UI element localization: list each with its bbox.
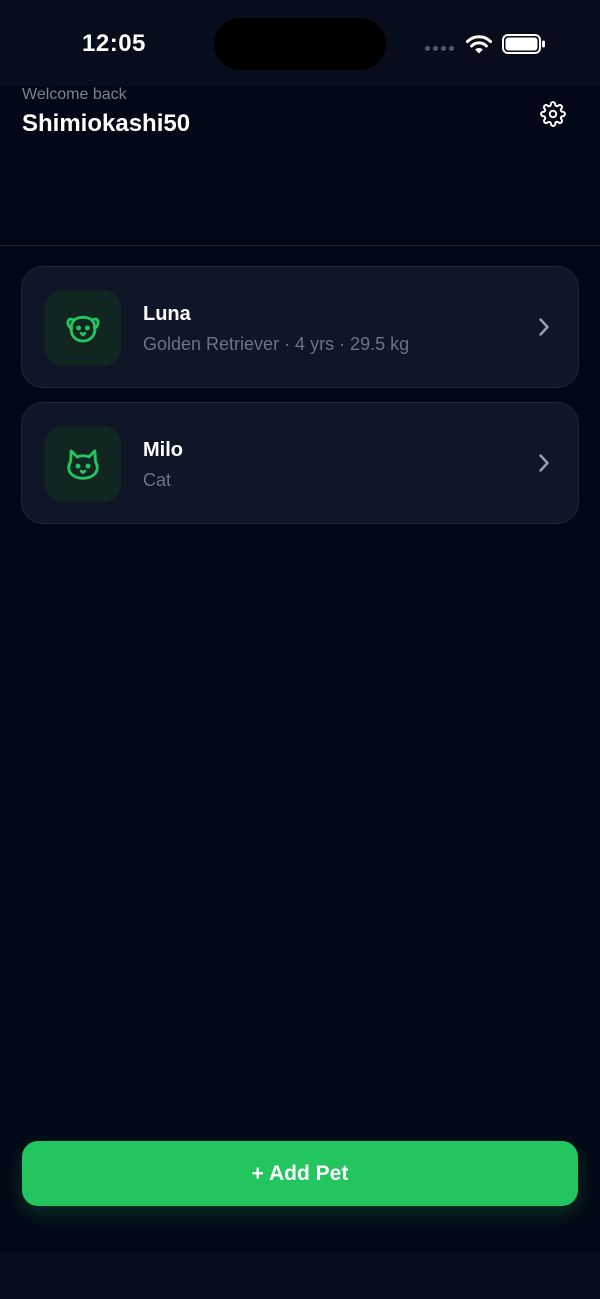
chevron-right-icon [539, 318, 549, 336]
header-divider [0, 245, 600, 246]
signal-icon [425, 46, 454, 51]
home-indicator-area [0, 1252, 600, 1299]
pet-details: Golden Retriever · 4 yrs · 29.5 kg [143, 334, 410, 354]
battery-icon [502, 34, 545, 54]
add-pet-button[interactable]: + Add Pet [22, 1141, 578, 1206]
pet-name: Milo [143, 439, 183, 461]
dynamic-island [214, 18, 386, 70]
status-time: 12:05 [82, 30, 146, 57]
status-bar: 12:05 [0, 0, 600, 86]
pet-details: Cat [143, 470, 172, 490]
wifi-icon [465, 35, 493, 54]
pet-name: Luna [143, 303, 191, 325]
pet-avatar [45, 290, 121, 366]
pet-card-milo[interactable]: Milo Cat [21, 402, 579, 524]
pet-list: Luna Golden Retriever · 4 yrs · 29.5 kg … [21, 266, 579, 538]
welcome-text: Welcome back [22, 86, 127, 103]
cat-icon [67, 449, 99, 480]
pet-card-luna[interactable]: Luna Golden Retriever · 4 yrs · 29.5 kg [21, 266, 579, 388]
chevron-right-icon [539, 454, 549, 472]
settings-button[interactable] [536, 97, 570, 131]
gear-icon [540, 101, 566, 127]
app-screen: 12:05 Welcome back Shimiokashi50 Luna Go… [0, 0, 600, 1299]
username-title: Shimiokashi50 [22, 110, 191, 137]
pet-avatar [45, 426, 121, 502]
dog-icon [66, 315, 100, 343]
